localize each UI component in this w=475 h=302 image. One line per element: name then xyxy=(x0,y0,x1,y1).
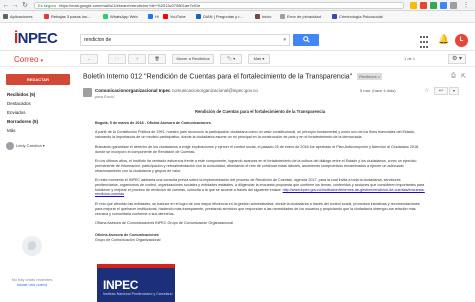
signature-logo-subtitle: Instituto Nacional Penitenciario y Carce… xyxy=(103,292,173,296)
delete-button[interactable]: 🗑 xyxy=(148,54,166,64)
message-body: Rendición de Cuentas para el fortalecimi… xyxy=(95,109,425,242)
bookmark-item[interactable]: WhatsApp Web xyxy=(103,13,138,21)
bookmarks-bar: Aplicaciones Rebajas 3 pasos los... What… xyxy=(0,11,475,23)
inbox-label-chip[interactable]: Recibidos × xyxy=(357,73,383,80)
message-more-button[interactable]: ▾ xyxy=(449,87,459,95)
signature-subtitle: Grupo de Comunicación Organizacional xyxy=(95,237,161,242)
page-info: 1 de 1 xyxy=(404,56,416,61)
sidebar-item-drafts[interactable]: Borradores (5) xyxy=(6,118,72,126)
bookmark-icon xyxy=(280,14,285,20)
search-icon xyxy=(302,36,310,43)
bookmark-apps[interactable]: Aplicaciones xyxy=(3,13,32,21)
body-greeting: Bogotá, 5 de marzo de 2018 - Oficina Ase… xyxy=(95,120,212,125)
browser-address-bar: ← → ↻ Es seguro https://mail.google.com/… xyxy=(0,0,475,11)
bookmark-item[interactable]: Hi xyxy=(148,13,159,21)
inpec-logo[interactable]: İNPEC xyxy=(14,30,58,47)
extension-icon[interactable] xyxy=(430,2,437,9)
whatsapp-icon xyxy=(103,14,108,20)
avatar[interactable]: L xyxy=(455,34,468,47)
secure-label: Es seguro xyxy=(38,3,57,8)
label-icon: 🏷 xyxy=(226,56,232,61)
print-icon[interactable]: ⎙ xyxy=(451,73,456,80)
bookmark-icon xyxy=(255,14,260,20)
reply-button[interactable]: ↩ xyxy=(434,87,448,95)
hangouts-empty-state xyxy=(14,236,50,258)
spam-button[interactable]: ! xyxy=(128,54,146,64)
signature-block: Oficina Asesora de Comunicaciones Grupo … xyxy=(95,233,425,242)
start-new-chat-link[interactable]: Iniciar uno nuevo xyxy=(2,282,62,287)
message-subject: Boletín Interno 012 "Rendición de Cuenta… xyxy=(83,73,383,81)
archive-button[interactable]: 🗀 xyxy=(108,54,126,64)
bookmark-item[interactable]: Inicio xyxy=(255,13,271,21)
url-text: https://mail.google.com/mail/u/1/#search… xyxy=(59,3,201,8)
youtube-icon xyxy=(163,14,168,20)
message-view: Boletín Interno 012 "Rendición de Cuenta… xyxy=(79,67,475,302)
bookmark-item[interactable]: Rebajas 3 pasos los... xyxy=(44,13,90,21)
browser-menu-icon[interactable]: ⋮ xyxy=(462,2,470,9)
sender-avatar xyxy=(83,88,92,97)
sidebar: REDACTAR Recibidos (5) Destacados Enviad… xyxy=(0,67,75,302)
back-arrow-icon[interactable]: ← xyxy=(2,2,10,9)
body-paragraph: A partir de la Constitución Política de … xyxy=(95,130,415,140)
sidebar-item-more[interactable]: Más xyxy=(6,127,72,135)
search-input[interactable]: rendicion de ▾ xyxy=(80,34,290,46)
mail-toolbar: Correo ▾ ← 🗀 ! 🗑 Mover a Recibidos 🏷 ▾ Má… xyxy=(0,51,475,67)
chevron-down-icon[interactable]: ▾ xyxy=(283,35,286,45)
recipient-line[interactable]: para Envío xyxy=(95,94,114,99)
move-to-inbox-button[interactable]: Mover a Recibidos xyxy=(172,54,214,64)
sender-name[interactable]: Comunicacionorganizacional Inpec comunic… xyxy=(95,88,258,93)
search-button[interactable] xyxy=(293,34,319,46)
extension-icon[interactable] xyxy=(450,2,457,9)
settings-gear-icon[interactable]: ⚙ ▾ xyxy=(448,54,466,64)
hangouts-chat-icon xyxy=(22,236,42,256)
gmail-header: İNPEC rendicion de ▾ 🔔 L xyxy=(0,23,475,51)
google-apps-icon[interactable] xyxy=(420,35,430,48)
star-bookmark-icon[interactable] xyxy=(410,2,417,9)
compose-button[interactable]: REDACTAR xyxy=(6,74,70,85)
bookmark-item[interactable]: YouTube xyxy=(163,13,186,21)
new-window-icon[interactable]: ⇱ xyxy=(461,73,466,80)
bookmark-item[interactable]: Error de privacidad xyxy=(280,13,321,21)
more-button[interactable]: Más ▾ xyxy=(248,54,270,64)
sender-row: Comunicacionorganizacional Inpec comunic… xyxy=(83,87,475,104)
sender-email: comunicacionorganizacional@inpec.gov.co xyxy=(171,88,258,93)
mail-menu[interactable]: Correo ▾ xyxy=(14,55,43,64)
reload-icon[interactable]: ↻ xyxy=(21,2,29,9)
back-button[interactable]: ← xyxy=(80,54,98,64)
sidebar-item-sent[interactable]: Enviados xyxy=(6,109,72,117)
body-paragraph: En los últimos años, el Instituto ha cen… xyxy=(95,159,417,173)
contact-avatar xyxy=(6,142,14,150)
message-time: 5 mar. (hace 4 días) xyxy=(360,88,396,93)
url-input[interactable]: Es seguro https://mail.google.com/mail/u… xyxy=(34,2,404,9)
hangouts-contact[interactable]: Leidy Carolina ▾ xyxy=(6,142,45,150)
body-paragraph: Buscando garantizar el derecho de los ci… xyxy=(95,144,420,154)
body-paragraph: En este momento el INPEC adelanta una co… xyxy=(95,178,425,197)
inpec-signature-logo: INPEC Instituto Nacional Penitenciario y… xyxy=(97,264,175,302)
apps-grid-icon xyxy=(3,14,8,20)
sidebar-item-inbox[interactable]: Recibidos (5) xyxy=(6,91,72,99)
bookmark-icon xyxy=(332,14,337,20)
extension-icon[interactable] xyxy=(420,2,427,9)
star-icon[interactable]: ☆ xyxy=(424,87,429,94)
labels-button[interactable]: 🏷 ▾ xyxy=(220,54,242,64)
sidebar-item-starred[interactable]: Destacados xyxy=(6,100,72,108)
facebook-icon xyxy=(148,14,153,20)
body-title: Rendición de Cuentas para el fortalecimi… xyxy=(194,109,326,114)
bookmark-item[interactable]: DIAN | Preguntas y r... xyxy=(196,13,243,21)
bookmark-icon xyxy=(196,14,201,20)
signature-logo-text: INPEC xyxy=(103,278,139,292)
bookmark-item[interactable]: Criminología Psicosocial xyxy=(332,13,383,21)
body-paragraph: Oficina Asesora de Comunicaciones INPEC … xyxy=(95,221,233,226)
notifications-icon[interactable]: 🔔 xyxy=(438,34,449,45)
body-paragraph: El reto que afrontan las entidades, se t… xyxy=(95,202,420,216)
extension-icon[interactable] xyxy=(440,2,447,9)
bookmark-icon xyxy=(44,14,49,20)
forward-arrow-icon[interactable]: → xyxy=(11,2,19,9)
